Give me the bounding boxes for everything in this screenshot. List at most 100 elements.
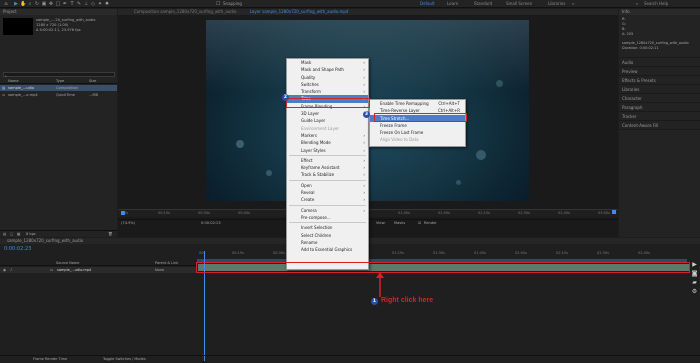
menu-item-pre-compose[interactable]: Pre-compose... (287, 214, 368, 221)
interpret-footage-icon[interactable]: ▤ (3, 231, 6, 238)
time-submenu: Enable Time Remapping Ctrl+Alt+T Time-Rev… (369, 99, 466, 147)
menu-item-layer-styles[interactable]: Layer Styles › (287, 147, 368, 154)
parent-dropdown[interactable]: None (155, 267, 164, 273)
menu-item-effect[interactable]: Effect › (287, 157, 368, 164)
menu-item-freeze-on-last-frame[interactable]: Freeze On Last Frame (370, 129, 465, 136)
pen-tool-icon[interactable]: ✒ (62, 1, 68, 7)
ruler-tick: 00:15s (232, 251, 244, 255)
menu-item-freeze-frame[interactable]: Freeze Frame (370, 122, 465, 129)
menu-item-transform[interactable]: Transform › (287, 88, 368, 95)
menu-item-camera[interactable]: Camera › (287, 207, 368, 214)
col-name[interactable]: Name (8, 79, 19, 84)
menu-item-switches[interactable]: Switches › (287, 81, 368, 88)
annotation-right-click-label: Right click here (381, 297, 434, 304)
col-type[interactable]: Type (56, 79, 64, 84)
menu-item-markers[interactable]: Markers › (287, 132, 368, 139)
panel-audio[interactable]: Audio (619, 58, 700, 67)
bpc-label[interactable]: 8 bpc (26, 231, 36, 238)
brush-tool-icon[interactable]: ✎ (76, 1, 82, 7)
workspace-small-screen[interactable]: Small Screen (506, 1, 532, 7)
tab-composition[interactable]: Composition sample_1280x720_surfing_with… (134, 9, 236, 14)
camera-tool-icon[interactable]: ▣ (41, 1, 47, 7)
menu-item-track-stabilize[interactable]: Track & Stabilize › (287, 171, 368, 178)
panel-preview[interactable]: Preview (619, 67, 700, 76)
puppet-tool-icon[interactable]: ✸ (104, 1, 110, 7)
masks-dropdown[interactable]: Masks (394, 220, 405, 227)
col-source-name[interactable]: Source Name (56, 260, 79, 266)
selection-tool-icon[interactable]: ▶ (13, 1, 19, 7)
menu-item-blending-mode[interactable]: Blending Mode › (287, 139, 368, 146)
ruler-tick: 01:15s (392, 251, 404, 255)
new-composition-icon[interactable]: ▦ (17, 231, 20, 238)
menu-item-rename[interactable]: Rename (287, 239, 368, 246)
type-tool-icon[interactable]: T (69, 1, 75, 7)
new-folder-icon[interactable]: ▢ (10, 231, 13, 238)
workspace-default[interactable]: Default (420, 1, 435, 7)
zoom-dropdown[interactable]: (74.9%) (121, 220, 135, 227)
eraser-tool-icon[interactable]: ◇ (90, 1, 96, 7)
timeline-tab[interactable]: sample_1280x720_surfing_with_audio (7, 238, 83, 243)
project-panel: Project sample_....20_surfing_with_audio… (0, 9, 117, 237)
col-size[interactable]: Size (89, 79, 96, 84)
item-type: QuickTime (56, 93, 75, 97)
panel-tracker[interactable]: Tracker (619, 112, 700, 121)
render-preview-icon[interactable]: ▶ (689, 260, 700, 269)
menu-item-guide-layer[interactable]: Guide Layer (287, 117, 368, 124)
info-tab[interactable]: Info (619, 9, 700, 15)
out-point-marker[interactable] (612, 210, 616, 214)
ruler-tick: 00:15s (158, 211, 170, 215)
layer-name[interactable]: sample_...udio.mp4 (57, 267, 91, 273)
search-icon[interactable]: ⌕ (636, 1, 638, 7)
menu-item-keyframe-assistant[interactable]: Keyframe Assistant › (287, 164, 368, 171)
hand-tool-icon[interactable]: ✋ (20, 1, 26, 7)
more-workspaces-icon[interactable]: » (572, 1, 574, 7)
project-row[interactable]: ▭ sample_...o.mp4 QuickTime ...MB (0, 92, 117, 98)
timeline-current-time[interactable]: 0:00:02:23 (4, 246, 31, 252)
panel-effects-presets[interactable]: Effects & Presets (619, 76, 700, 85)
timeline-ruler[interactable]: 00s 00:15s 00:30s 00:45s 01:15s 01:30s 0… (197, 251, 687, 258)
show-snapshot-icon[interactable]: ▰ (689, 278, 700, 287)
menu-item-reveal[interactable]: Reveal › (287, 189, 368, 196)
menu-item-mask-and-shape-path[interactable]: Mask and Shape Path › (287, 66, 368, 73)
viewer-time[interactable]: 0:00:02:23 (201, 220, 221, 227)
render-checkbox[interactable]: ☑ (418, 220, 421, 227)
trash-icon[interactable]: 🗑 (108, 231, 113, 238)
menu-item-3d-layer[interactable]: 3D Layer (287, 110, 368, 117)
menu-item-invert-selection[interactable]: Invert Selection (287, 224, 368, 231)
snapping-checkbox[interactable]: ☐ (216, 1, 220, 7)
menu-item-enable-time-remapping[interactable]: Enable Time Remapping Ctrl+Alt+T (370, 100, 465, 107)
clone-tool-icon[interactable]: ⊥ (83, 1, 89, 7)
panel-character[interactable]: Character (619, 94, 700, 103)
menu-item-select-children[interactable]: Select Children (287, 232, 368, 239)
menu-item-mask[interactable]: Mask › (287, 59, 368, 66)
settings-icon[interactable]: ⚙ (689, 287, 700, 296)
menu-item-add-to-essential-graphics[interactable]: Add to Essential Graphics (287, 246, 368, 253)
search-help-input[interactable]: Search Help (644, 1, 668, 7)
menu-item-quality[interactable]: Quality › (287, 74, 368, 81)
menu-item-open[interactable]: Open › (287, 182, 368, 189)
panel-content-aware-fill[interactable]: Content-Aware Fill (619, 121, 700, 130)
project-search-input[interactable]: ⌕ (3, 72, 115, 78)
col-parent-link[interactable]: Parent & Link (155, 260, 178, 266)
workspace-standard[interactable]: Standard (474, 1, 492, 7)
roto-tool-icon[interactable]: ✦ (97, 1, 103, 7)
audio-speaker-icon[interactable]: ♪ (10, 267, 12, 273)
snapshot-icon[interactable]: ◙ (689, 269, 700, 278)
pan-tool-icon[interactable]: ✥ (48, 1, 54, 7)
item-name: sample_...udio (8, 86, 35, 90)
tab-layer[interactable]: Layer sample_1280x720_surfing_with_audio… (250, 9, 349, 14)
visibility-eye-icon[interactable]: ◉ (3, 267, 6, 273)
rotate-tool-icon[interactable]: ↻ (34, 1, 40, 7)
zoom-tool-icon[interactable]: ⌕ (27, 1, 33, 7)
panel-paragraph[interactable]: Paragraph (619, 103, 700, 112)
annotation-badge-1: 1 (371, 298, 378, 305)
home-icon[interactable]: ⌂ (3, 1, 9, 7)
rectangle-tool-icon[interactable]: □ (55, 1, 61, 7)
menu-item-create[interactable]: Create › (287, 196, 368, 203)
layer-row[interactable]: ◉ ♪ ▭ sample_...udio.mp4 None (0, 267, 197, 273)
workspace-libraries[interactable]: Libraries (548, 1, 565, 7)
project-row[interactable]: ▦ sample_...udio Composition (0, 85, 117, 91)
workspace-learn[interactable]: Learn (447, 1, 458, 7)
project-tab[interactable]: Project (0, 9, 117, 15)
panel-libraries[interactable]: Libraries (619, 85, 700, 94)
